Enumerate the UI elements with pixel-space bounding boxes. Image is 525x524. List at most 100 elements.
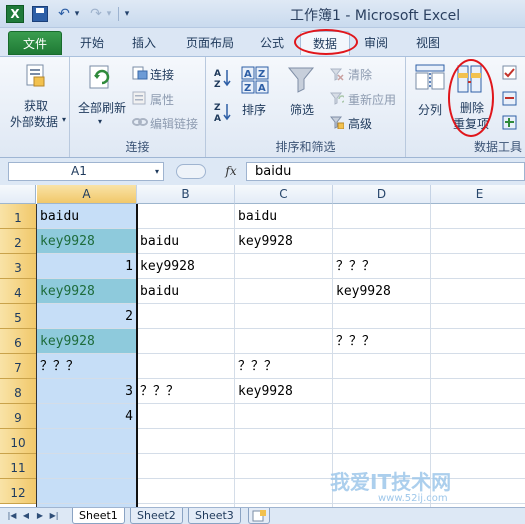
tab-file[interactable]: 文件	[8, 31, 62, 55]
chevron-down-icon[interactable]: ▾	[98, 117, 102, 126]
column-gridline	[332, 204, 333, 507]
redo-icon[interactable]: ↷	[88, 5, 104, 23]
row-header-4[interactable]: 4	[0, 279, 36, 304]
refresh-all-button[interactable]: 全部刷新	[78, 99, 126, 116]
group-label-connections: 连接	[125, 140, 150, 154]
get-external-data-label-1[interactable]: 获取	[24, 97, 48, 114]
selection-border	[36, 204, 138, 507]
edit-links-button[interactable]: 编辑链接	[150, 115, 198, 132]
save-icon[interactable]	[32, 6, 48, 22]
redo-dropdown-icon[interactable]: ▾	[104, 5, 114, 23]
sort-button[interactable]: 排序	[242, 101, 266, 118]
svg-text:A: A	[244, 69, 252, 80]
cell-c8[interactable]: key9928	[238, 379, 332, 404]
tab-insert[interactable]: 插入	[124, 31, 164, 55]
insert-sheet-icon[interactable]	[248, 508, 270, 524]
row-header-10[interactable]: 10	[0, 429, 36, 454]
cell-d6[interactable]: ？？？	[336, 329, 430, 354]
row-header-3[interactable]: 3	[0, 254, 36, 279]
row-header-9[interactable]: 9	[0, 404, 36, 429]
cell-c7[interactable]: ？？？	[238, 354, 332, 379]
cell-c1[interactable]: baidu	[238, 204, 332, 229]
consolidate-icon[interactable]	[502, 91, 518, 107]
row-header-1[interactable]: 1	[0, 204, 36, 229]
sheet-tab-2[interactable]: Sheet2	[130, 508, 183, 524]
column-header-a[interactable]: A	[37, 185, 137, 204]
excel-logo-icon[interactable]: X	[6, 5, 24, 23]
svg-text:Z: Z	[214, 103, 221, 113]
select-all-corner[interactable]	[0, 185, 36, 204]
tab-review[interactable]: 审阅	[356, 31, 396, 55]
edit-links-icon[interactable]	[132, 115, 148, 129]
sort-icon[interactable]: A Z Z A	[240, 65, 270, 95]
cell-b2[interactable]: baidu	[140, 229, 234, 254]
advanced-button[interactable]: 高级	[348, 115, 372, 132]
chevron-down-icon[interactable]: ▾	[155, 163, 159, 180]
next-sheet-icon[interactable]: ▶	[34, 510, 46, 522]
sort-descending-icon[interactable]: Z A	[214, 101, 232, 123]
first-sheet-icon[interactable]: |◀	[6, 510, 18, 522]
watermark-text: 我爱IT技术网	[330, 470, 452, 494]
connections-button[interactable]: 连接	[150, 66, 174, 83]
properties-button[interactable]: 属性	[150, 91, 174, 108]
undo-dropdown-icon[interactable]: ▾	[72, 5, 82, 23]
row-header-7[interactable]: 7	[0, 354, 36, 379]
data-validation-icon[interactable]	[502, 65, 518, 81]
sort-ascending-icon[interactable]: A Z	[214, 67, 232, 89]
cell-d4[interactable]: key9928	[336, 279, 430, 304]
sheet-tab-1[interactable]: Sheet1	[72, 508, 125, 524]
cell-d3[interactable]: ？？？	[336, 254, 430, 279]
what-if-analysis-icon[interactable]	[502, 115, 518, 131]
row-header-12[interactable]: 12	[0, 479, 36, 504]
worksheet-grid[interactable]: A B C D E 1 2 3 4 5 6 7 8 9 10 11 12 baidu baidu key9928 bai…	[0, 185, 525, 507]
text-to-columns-button[interactable]: 分列	[418, 101, 442, 118]
filter-icon[interactable]	[286, 65, 316, 95]
cell-b8[interactable]: ？？？	[140, 379, 234, 404]
text-to-columns-icon[interactable]	[414, 63, 446, 93]
clear-filter-icon[interactable]	[330, 67, 344, 81]
window-title: 工作簿1 - Microsoft Excel	[290, 8, 461, 24]
cell-c2[interactable]: key9928	[238, 229, 332, 254]
column-header-d[interactable]: D	[333, 185, 431, 204]
formula-bar-resize-handle[interactable]	[176, 164, 206, 179]
advanced-filter-icon[interactable]	[330, 115, 344, 129]
undo-icon[interactable]: ↶	[56, 5, 72, 23]
row-header-8[interactable]: 8	[0, 379, 36, 404]
column-header-c[interactable]: C	[235, 185, 333, 204]
tab-formulas[interactable]: 公式	[252, 31, 292, 55]
group-get-external-data: 获取 外部数据 ▾	[0, 57, 70, 157]
cell-b3[interactable]: key9928	[140, 254, 234, 279]
last-sheet-icon[interactable]: ▶|	[48, 510, 60, 522]
refresh-all-icon[interactable]	[86, 63, 116, 93]
cell-b4[interactable]: baidu	[140, 279, 234, 304]
svg-text:A: A	[214, 69, 221, 79]
chevron-down-icon[interactable]: ▾	[62, 115, 66, 124]
customize-quick-access-icon[interactable]: ▾	[122, 5, 132, 23]
name-box[interactable]: A1 ▾	[8, 162, 164, 181]
filter-button[interactable]: 筛选	[290, 101, 314, 118]
column-header-b[interactable]: B	[137, 185, 235, 204]
insert-function-icon[interactable]: fx	[218, 162, 244, 181]
properties-icon[interactable]	[132, 91, 148, 105]
get-external-data-label-2[interactable]: 外部数据	[10, 113, 58, 130]
column-gridline	[234, 204, 235, 507]
reapply-icon[interactable]	[330, 91, 344, 105]
row-header-11[interactable]: 11	[0, 454, 36, 479]
ribbon-tabs: 文件 开始 插入 页面布局 公式 数据 审阅 视图	[0, 28, 525, 56]
formula-input[interactable]: baidu	[246, 162, 525, 181]
row-header-6[interactable]: 6	[0, 329, 36, 354]
get-external-data-icon[interactable]	[24, 63, 48, 89]
reapply-button[interactable]: 重新应用	[348, 91, 396, 108]
title-bar: X ↶ ▾ ↷ ▾ ▾ 工作簿1 - Microsoft Excel	[0, 0, 525, 28]
prev-sheet-icon[interactable]: ◀	[20, 510, 32, 522]
row-header-5[interactable]: 5	[0, 304, 36, 329]
column-header-e[interactable]: E	[431, 185, 525, 204]
connections-icon[interactable]	[132, 66, 148, 80]
tab-home[interactable]: 开始	[72, 31, 112, 55]
highlight-circle-remove-duplicates	[448, 59, 494, 137]
row-header-2[interactable]: 2	[0, 229, 36, 254]
sheet-tab-3[interactable]: Sheet3	[188, 508, 241, 524]
tab-view[interactable]: 视图	[408, 31, 448, 55]
tab-page-layout[interactable]: 页面布局	[178, 31, 242, 55]
clear-button[interactable]: 清除	[348, 66, 372, 83]
